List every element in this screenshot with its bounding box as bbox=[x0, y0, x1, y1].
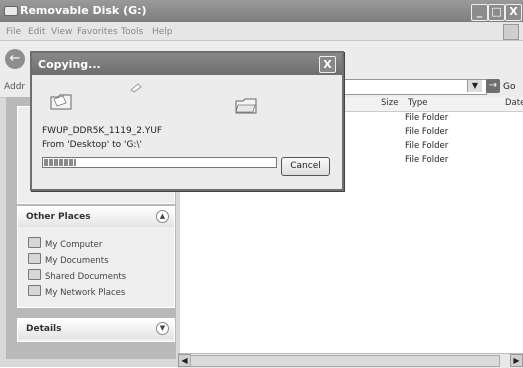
go-arrow-icon[interactable]: → bbox=[486, 79, 500, 93]
go-button-label[interactable]: Go bbox=[503, 82, 515, 92]
network-icon bbox=[28, 285, 41, 296]
menu-file[interactable]: File bbox=[6, 27, 21, 37]
place-shared-documents[interactable]: Shared Documents bbox=[28, 269, 126, 282]
menu-favorites[interactable]: Favorites bbox=[77, 27, 118, 37]
scrollbar-thumb[interactable] bbox=[190, 355, 500, 367]
column-size[interactable]: Size bbox=[381, 98, 398, 108]
minimize-button[interactable]: _ bbox=[471, 4, 488, 21]
place-my-network-places[interactable]: My Network Places bbox=[28, 285, 125, 298]
place-my-computer[interactable]: My Computer bbox=[28, 237, 102, 250]
windows-flag-icon bbox=[503, 24, 519, 40]
chevron-down-icon[interactable]: ▼ bbox=[467, 80, 482, 92]
menu-view[interactable]: View bbox=[51, 27, 72, 37]
other-places-header[interactable]: Other Places ▲ bbox=[18, 207, 174, 227]
column-type[interactable]: Type bbox=[408, 98, 428, 108]
collapse-chevron-icon[interactable]: ▲ bbox=[156, 210, 169, 223]
back-arrow-icon[interactable]: ← bbox=[5, 49, 25, 69]
details-header[interactable]: Details ▼ bbox=[18, 319, 174, 339]
documents-folder-icon bbox=[28, 253, 41, 264]
cancel-button[interactable]: Cancel bbox=[281, 157, 330, 176]
file-row-type[interactable]: File Folder bbox=[405, 113, 448, 123]
source-folder-icon bbox=[50, 94, 72, 110]
destination-folder-icon bbox=[235, 98, 257, 114]
computer-icon bbox=[28, 237, 41, 248]
maximize-button[interactable]: □ bbox=[488, 4, 505, 21]
menu-edit[interactable]: Edit bbox=[28, 27, 45, 37]
column-date[interactable]: Date bbox=[505, 98, 523, 108]
copying-from-to: From 'Desktop' to 'G:\' bbox=[42, 140, 142, 150]
dialog-title: Copying... bbox=[38, 58, 101, 71]
menu-help[interactable]: Help bbox=[152, 27, 173, 37]
scroll-right-icon[interactable]: ▶ bbox=[510, 354, 523, 367]
copy-progress-bar bbox=[42, 157, 277, 168]
expand-chevron-icon[interactable]: ▼ bbox=[156, 322, 169, 335]
other-places-title: Other Places bbox=[26, 212, 91, 222]
drive-icon bbox=[4, 6, 18, 16]
address-label: Addr bbox=[4, 82, 26, 92]
flying-document-icon bbox=[130, 83, 142, 93]
other-places-panel: Other Places ▲ My Computer My Documents … bbox=[17, 206, 175, 308]
menu-tools[interactable]: Tools bbox=[121, 27, 143, 37]
file-row-type[interactable]: File Folder bbox=[405, 127, 448, 137]
details-title: Details bbox=[26, 324, 62, 334]
details-panel: Details ▼ bbox=[17, 318, 175, 342]
file-row-type[interactable]: File Folder bbox=[405, 155, 448, 165]
shared-folder-icon bbox=[28, 269, 41, 280]
copy-progress-fill bbox=[44, 159, 76, 166]
copying-file-name: FWUP_DDR5K_1119_2.YUF bbox=[42, 126, 163, 136]
window-title: Removable Disk (G:) bbox=[20, 4, 147, 17]
dialog-close-button[interactable]: X bbox=[319, 56, 336, 73]
close-button[interactable]: X bbox=[505, 4, 522, 21]
place-my-documents[interactable]: My Documents bbox=[28, 253, 109, 266]
file-row-type[interactable]: File Folder bbox=[405, 141, 448, 151]
copying-dialog: Copying... X FWUP_DDR5K_1119_2.YUF From … bbox=[30, 51, 344, 191]
